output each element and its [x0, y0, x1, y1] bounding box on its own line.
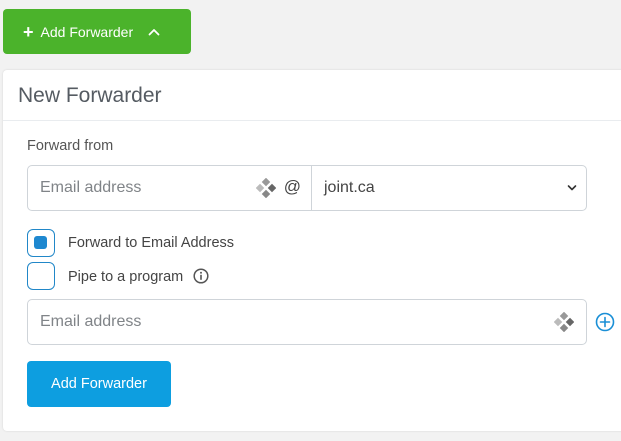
at-symbol: @ — [283, 177, 301, 196]
domain-selected-value: joint.ca — [324, 179, 375, 196]
plus-icon: + — [23, 21, 34, 42]
toggle-add-forwarder-button[interactable]: + Add Forwarder — [3, 9, 191, 54]
chevron-down-icon — [567, 185, 577, 191]
card-divider — [3, 120, 621, 121]
destination-email-input[interactable]: Email address — [27, 299, 587, 345]
chevron-up-icon — [148, 28, 160, 36]
toggle-add-forwarder-label: Add Forwarder — [40, 23, 134, 40]
info-icon[interactable] — [193, 268, 209, 288]
pipe-to-program-row: Pipe to a program — [68, 268, 209, 288]
forward-to-email-label: Forward to Email Address — [68, 235, 235, 251]
add-forwarder-submit-label: Add Forwarder — [51, 376, 147, 392]
add-destination-icon[interactable] — [595, 312, 615, 332]
new-forwarder-card: New Forwarder Forward from Email address… — [3, 70, 621, 431]
source-email-input[interactable]: Email address @ — [28, 166, 312, 210]
password-manager-icon[interactable] — [553, 311, 575, 333]
forward-to-email-checkbox[interactable] — [27, 229, 55, 257]
card-title: New Forwarder — [18, 84, 162, 107]
forward-from-group: Email address @ joint.ca — [27, 165, 587, 211]
pipe-to-program-label: Pipe to a program — [68, 269, 184, 285]
destination-email-placeholder: Email address — [40, 313, 142, 330]
source-email-placeholder: Email address — [40, 179, 142, 196]
pipe-to-program-checkbox[interactable] — [27, 262, 55, 290]
add-forwarder-submit-button[interactable]: Add Forwarder — [27, 361, 171, 407]
domain-select[interactable]: joint.ca — [312, 166, 586, 210]
password-manager-icon[interactable] — [255, 177, 277, 199]
forward-from-label: Forward from — [27, 138, 114, 154]
